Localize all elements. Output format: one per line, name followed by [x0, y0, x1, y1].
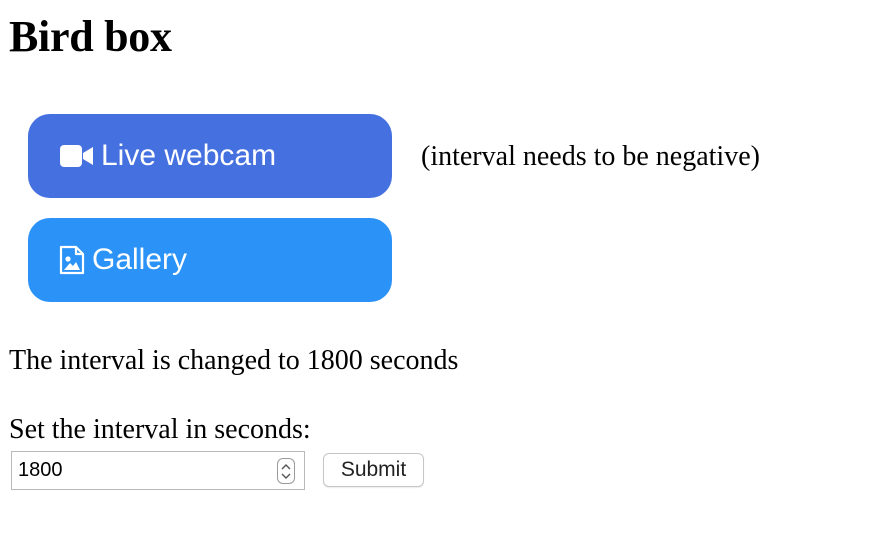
- chevron-up-icon[interactable]: [281, 463, 291, 470]
- live-webcam-button[interactable]: Live webcam: [28, 114, 392, 198]
- gallery-button[interactable]: Gallery: [28, 218, 392, 302]
- interval-note: (interval needs to be negative): [421, 141, 760, 172]
- chevron-down-icon[interactable]: [281, 473, 291, 480]
- interval-label: Set the interval in seconds:: [9, 414, 311, 445]
- number-stepper[interactable]: [277, 458, 295, 484]
- video-camera-icon: [60, 144, 94, 168]
- submit-button[interactable]: Submit: [323, 453, 424, 487]
- interval-input-field[interactable]: [11, 451, 305, 490]
- live-webcam-label: Live webcam: [101, 139, 277, 172]
- page-title: Bird box: [9, 12, 172, 61]
- interval-input[interactable]: [12, 452, 268, 489]
- image-file-icon: [59, 245, 85, 275]
- gallery-label: Gallery: [92, 243, 188, 276]
- status-message: The interval is changed to 1800 seconds: [9, 345, 459, 376]
